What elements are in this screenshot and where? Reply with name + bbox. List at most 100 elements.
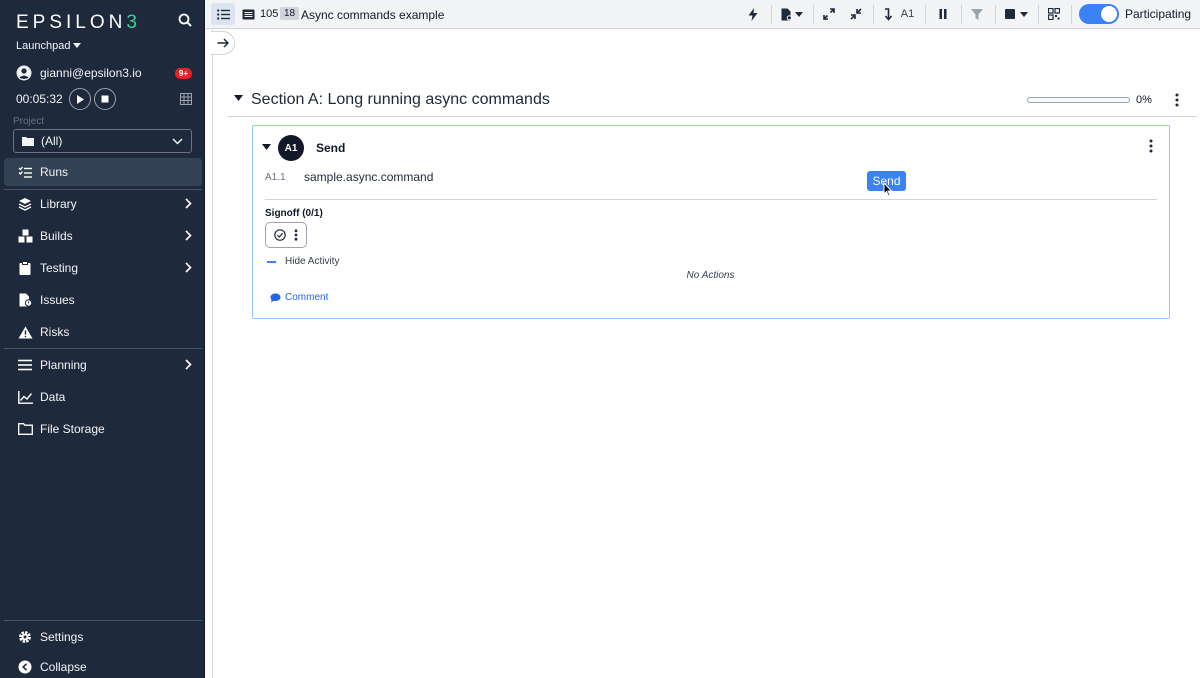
collapse-all-button[interactable] (846, 3, 866, 25)
sidebar-item-label: Runs (40, 165, 69, 179)
bars-icon (16, 356, 34, 374)
project-select[interactable]: (All) (13, 129, 192, 153)
filter-icon (971, 8, 983, 20)
sidebar-divider (4, 348, 202, 349)
sidebar-item-issues[interactable]: Issues (4, 286, 202, 314)
step-name: Send (316, 141, 346, 155)
sidebar-item-label: Builds (40, 229, 73, 243)
toolbar-separator (813, 5, 814, 24)
qr-code-button[interactable] (1044, 3, 1064, 25)
participating-label: Participating (1125, 7, 1192, 21)
sidebar-item-label: Data (40, 390, 66, 404)
sidebar-divider (4, 620, 202, 621)
step-kebab-menu-icon[interactable] (1149, 139, 1153, 153)
sidebar-item-label: File Storage (40, 422, 105, 436)
export-menu-button[interactable] (777, 3, 807, 25)
sidebar-item-runs[interactable]: Runs (4, 158, 202, 186)
caret-down-icon (1019, 11, 1028, 17)
square-icon (1004, 9, 1015, 19)
comment-button[interactable]: Comment (270, 292, 328, 303)
toolbar-separator (771, 5, 772, 24)
workspace-switcher[interactable]: Launchpad (16, 40, 82, 52)
sidebar: EPSILON3 Launchpad gianni@epsilon3.io 9+… (0, 0, 205, 678)
section-kebab-menu-icon[interactable] (1175, 93, 1179, 107)
revision-chip: 18 (280, 7, 300, 20)
folder-icon (22, 137, 34, 146)
signoff-label: Signoff (0/1) (265, 208, 323, 219)
sidebar-item-label: Risks (40, 325, 70, 339)
pause-button[interactable] (933, 3, 953, 25)
list-icon (216, 8, 230, 20)
toolbar-separator (1038, 5, 1039, 24)
sidebar-item-planning[interactable]: Planning (4, 351, 202, 379)
sidebar-item-label: Collapse (40, 660, 87, 674)
cubes-icon (16, 227, 34, 245)
sidebar-item-label: Settings (40, 630, 84, 644)
file-export-icon (781, 8, 792, 20)
step-collapse-caret-icon[interactable] (262, 144, 271, 150)
run-details-icon[interactable] (239, 3, 257, 25)
search-icon[interactable] (178, 13, 194, 29)
timer-play-button[interactable] (68, 88, 91, 110)
chevron-down-icon (172, 137, 183, 145)
chevron-right-icon (185, 262, 192, 273)
content-gutter (212, 30, 213, 678)
expand-sidebar-button[interactable] (211, 31, 235, 55)
filter-button[interactable] (967, 3, 987, 25)
participating-toggle[interactable] (1079, 4, 1119, 24)
gear-icon (16, 628, 34, 646)
expand-all-button[interactable] (819, 3, 839, 25)
sidebar-item-settings[interactable]: Settings (4, 623, 202, 651)
list-view-button[interactable] (211, 3, 235, 25)
hide-activity-label: Hide Activity (285, 256, 340, 267)
stop-icon (101, 95, 109, 103)
no-actions-text: No Actions (686, 270, 735, 281)
file-alert-icon (16, 291, 34, 309)
minus-icon (267, 260, 276, 263)
arrow-right-icon (217, 38, 229, 48)
sidebar-item-testing[interactable]: Testing (4, 254, 202, 282)
sidebar-item-label: Library (40, 197, 77, 211)
layers-icon (16, 195, 34, 213)
play-icon (76, 94, 84, 104)
comment-label: Comment (285, 292, 329, 303)
lightning-button[interactable] (743, 3, 763, 25)
app-logo[interactable]: EPSILON3 (16, 12, 141, 34)
sidebar-item-risks[interactable]: Risks (4, 318, 202, 346)
notification-badge[interactable]: 9+ (174, 68, 192, 79)
sidebar-item-library[interactable]: Library (4, 190, 202, 218)
jump-to-step-button[interactable]: A1 (879, 3, 919, 25)
project-select-value: (All) (41, 134, 63, 148)
section-title: Section A: Long running async commands (251, 91, 550, 108)
signoff-kebab-icon[interactable] (294, 229, 298, 241)
section-divider (228, 116, 1197, 117)
clipboard-icon (16, 259, 34, 277)
sidebar-item-data[interactable]: Data (4, 383, 202, 411)
chevron-right-icon (185, 230, 192, 241)
section-progress-percent: 0% (1136, 94, 1152, 106)
toolbar-separator (925, 5, 926, 24)
command-name: sample.async.command (304, 170, 434, 184)
warning-icon (16, 323, 34, 341)
timer-value: 00:05:32 (16, 92, 63, 106)
sidebar-item-file-storage[interactable]: File Storage (4, 415, 202, 443)
check-circle-icon[interactable] (274, 229, 286, 241)
sidebar-item-collapse[interactable]: Collapse (4, 653, 202, 678)
checklist-icon (16, 163, 34, 181)
toolbar-separator (961, 5, 962, 24)
expand-icon (823, 8, 835, 20)
toolbar-separator (873, 5, 874, 24)
run-toolbar: 105 18 Async commands example A1 Partici… (205, 0, 1200, 29)
sidebar-item-builds[interactable]: Builds (4, 222, 202, 250)
section-collapse-caret-icon[interactable] (234, 95, 243, 101)
toggle-knob (1101, 6, 1117, 22)
chevron-right-icon (185, 359, 192, 370)
calendar-grid-icon[interactable] (180, 92, 192, 110)
sidebar-item-label: Planning (40, 358, 87, 372)
sidebar-item-label: Testing (40, 261, 79, 275)
caret-down-icon (795, 11, 803, 17)
hide-activity-toggle[interactable]: Hide Activity (267, 256, 339, 267)
user-menu[interactable]: gianni@epsilon3.io 9+ (16, 64, 194, 82)
stop-run-menu-button[interactable] (1001, 3, 1031, 25)
timer-stop-button[interactable] (93, 88, 116, 110)
